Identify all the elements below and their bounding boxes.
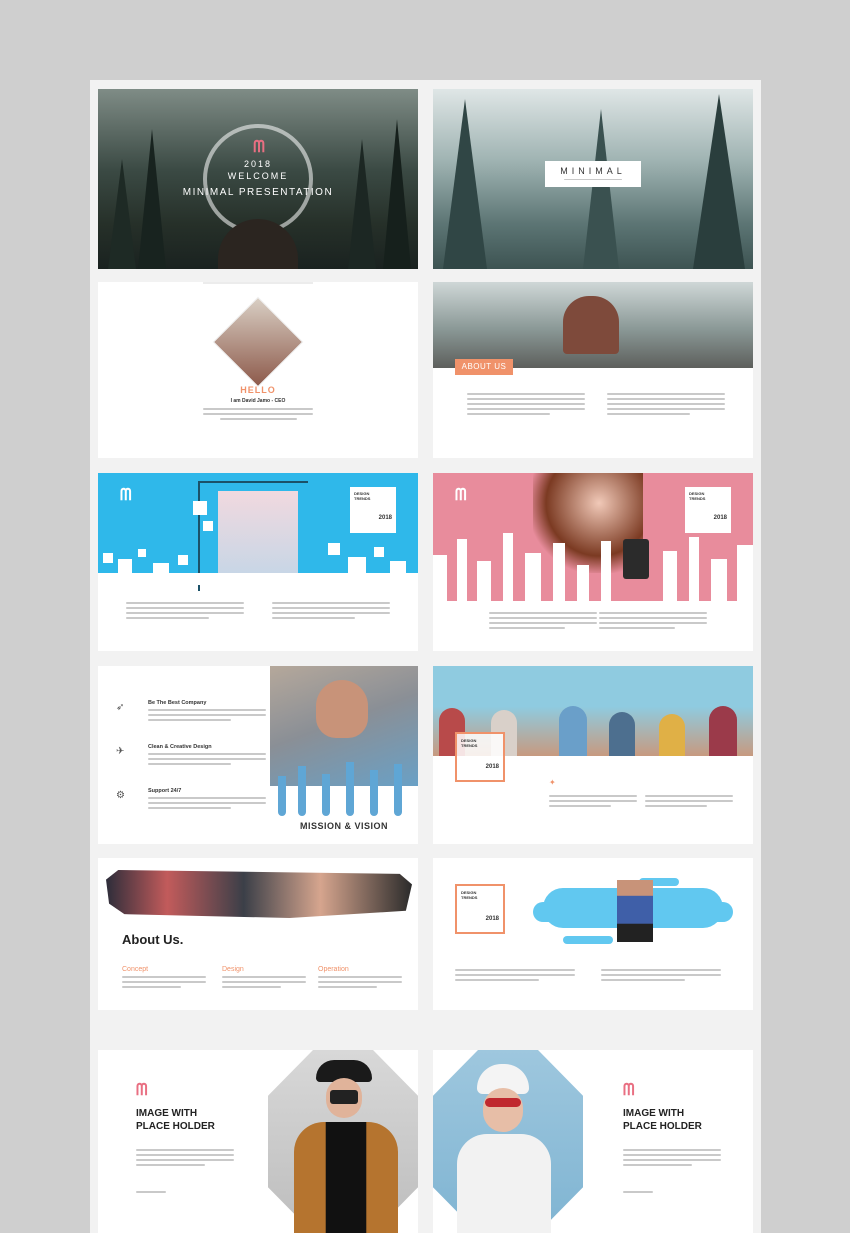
column-title: Design [222, 966, 244, 973]
slide-year: 2018 [243, 159, 273, 169]
frame-line [203, 282, 313, 284]
year-label: 2018 [378, 515, 392, 521]
slide-mission[interactable]: ➶ Be The Best Company ✈ Clean & Creative… [98, 666, 418, 844]
team-person [609, 712, 635, 756]
sunglasses-icon [485, 1098, 521, 1107]
design-trends-card: DESIGN TRENDS 2018 [685, 487, 731, 533]
design-trends-card: DESIGN TRENDS 2018 [455, 732, 505, 782]
tree-shape [443, 99, 487, 269]
design-trends-card: DESIGN TRENDS 2018 [455, 884, 505, 934]
diamond-frame [212, 296, 304, 388]
slide-title: MINIMAL [560, 166, 626, 176]
tree-shape [693, 94, 745, 269]
design-trends-card: DESIGN TRENDS 2018 [350, 487, 396, 533]
trends-label: TRENDS [354, 496, 371, 501]
frame-line [198, 481, 308, 483]
trends-label: TRENDS [461, 743, 478, 748]
year-label: 2018 [485, 764, 499, 770]
model-photo [218, 491, 298, 577]
slide-minimal[interactable]: MINIMAL [433, 89, 753, 269]
slide-hello[interactable]: HELLO I am David Jamo - CEO [98, 282, 418, 458]
brand-logo: ᗰ [136, 1080, 147, 1099]
slide-about[interactable]: ABOUT US [433, 282, 753, 458]
mission-item: ➶ Be The Best Company [116, 700, 266, 724]
team-person [659, 714, 685, 756]
slide-welcome-text: WELCOME [227, 171, 289, 181]
woman-sweater [457, 1134, 551, 1233]
column-title: Concept [122, 966, 149, 973]
year-label: 2018 [485, 916, 499, 922]
hello-heading: HELLO [240, 385, 276, 395]
slide-design-pink[interactable]: ᗰ DESIGN TRENDS 2018 [433, 473, 753, 651]
man-head [316, 680, 368, 738]
placeholder-title-line2: PLACE HOLDER [623, 1121, 702, 1132]
slide-team[interactable]: DESIGN TRENDS 2018 ✦ [433, 666, 753, 844]
mission-caption: MISSION & VISION [299, 821, 388, 831]
gear-icon: ⚙ [116, 790, 125, 801]
ceo-name: I am David Jamo - CEO [230, 398, 286, 404]
mission-item-title: Support 24/7 [148, 788, 182, 794]
slide-sky-splash[interactable]: DESIGN TRENDS 2018 [433, 858, 753, 1010]
brand-logo: ᗰ [623, 1080, 634, 1099]
brand-logo: ᗰ [253, 137, 265, 156]
about-us-badge: ABOUT US [455, 359, 513, 375]
camera-icon [330, 1090, 358, 1104]
woman-face [483, 1088, 523, 1132]
couple-photo [563, 296, 619, 354]
year-label: 2018 [713, 515, 727, 521]
brand-logo: ᗰ [120, 485, 131, 504]
slide-about-us[interactable]: About Us. Concept Design Operation [98, 858, 418, 1010]
rocket-icon: ➶ [116, 702, 125, 713]
slide-title: MINIMAL PRESENTATION [182, 187, 334, 198]
brand-logo: ᗰ [455, 485, 466, 504]
slides-sheet: ᗰ 2018 WELCOME MINIMAL PRESENTATION MINI… [90, 80, 761, 1233]
tree-shape [583, 109, 619, 269]
brush-photo [106, 870, 412, 918]
placeholder-title-line2: PLACE HOLDER [136, 1121, 215, 1132]
trends-label: TRENDS [689, 496, 706, 501]
trends-label: TRENDS [461, 895, 478, 900]
about-title: About Us. [122, 932, 184, 947]
mission-item-title: Be The Best Company [148, 700, 207, 706]
team-person [709, 706, 737, 756]
woman-jacket [294, 1122, 398, 1233]
mission-item: ⚙ Support 24/7 [116, 788, 266, 812]
mission-item-title: Clean & Creative Design [148, 744, 212, 750]
placeholder-title-line1: IMAGE WITH [623, 1108, 685, 1119]
slide-welcome[interactable]: ᗰ 2018 WELCOME MINIMAL PRESENTATION [98, 89, 418, 269]
slide-image-placeholder-left[interactable]: ᗰ IMAGE WITH PLACE HOLDER [98, 1050, 418, 1233]
slide-image-placeholder-right[interactable]: ᗰ IMAGE WITH PLACE HOLDER [433, 1050, 753, 1233]
slide-design-blue[interactable]: ᗰ DESIGN TRENDS 2018 [98, 473, 418, 651]
paper-plane-icon: ✈ [116, 746, 125, 757]
sky-splash [563, 936, 613, 944]
man-photo [617, 880, 653, 942]
title-card: MINIMAL [545, 161, 641, 187]
placeholder-title-line1: IMAGE WITH [136, 1108, 198, 1119]
sparkle-icon: ✦ [549, 778, 556, 787]
mission-item: ✈ Clean & Creative Design [116, 744, 266, 768]
team-person [559, 706, 587, 756]
column-title: Operation [318, 966, 349, 973]
camera-hands [623, 539, 649, 579]
